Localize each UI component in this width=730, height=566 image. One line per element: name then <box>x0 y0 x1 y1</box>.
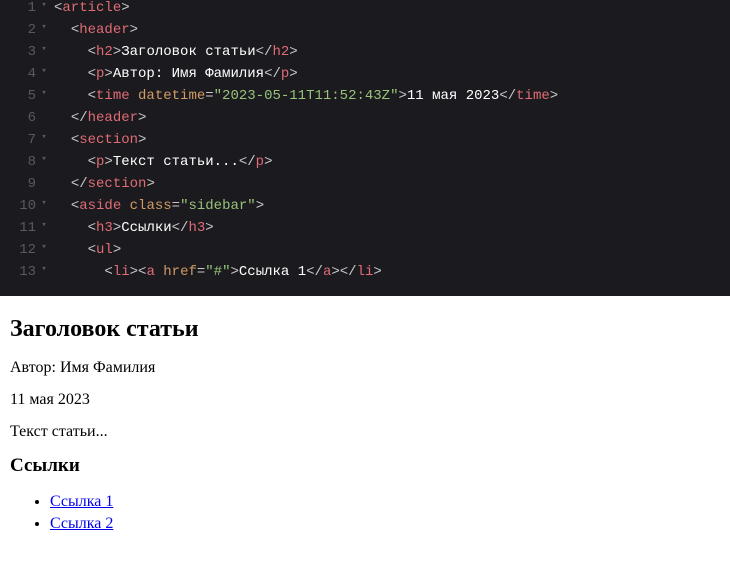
line-number: 10 <box>0 198 38 214</box>
code-content[interactable]: <li><a href="#">Ссылка 1</a></li> <box>50 264 382 280</box>
preview-link[interactable]: Ссылка 2 <box>50 515 113 532</box>
line-number: 9 <box>0 176 38 192</box>
code-content[interactable]: <p>Текст статьи...</p> <box>50 154 272 170</box>
code-line[interactable]: 4▾ <p>Автор: Имя Фамилия</p> <box>0 66 730 88</box>
code-line[interactable]: 7▾ <section> <box>0 132 730 154</box>
fold-icon[interactable]: ▾ <box>38 242 50 252</box>
fold-icon[interactable]: ▾ <box>38 154 50 164</box>
preview-link[interactable]: Ссылка 1 <box>50 493 113 510</box>
code-line[interactable]: 13▾ <li><a href="#">Ссылка 1</a></li> <box>0 264 730 286</box>
preview-author: Автор: Имя Фамилия <box>10 359 720 377</box>
code-content[interactable]: <aside class="sidebar"> <box>50 198 264 214</box>
line-number: 13 <box>0 264 38 280</box>
fold-icon[interactable]: ▾ <box>38 88 50 98</box>
code-content[interactable]: <h2>Заголовок статьи</h2> <box>50 44 298 60</box>
line-number: 1 <box>0 0 38 16</box>
fold-icon[interactable]: ▾ <box>38 66 50 76</box>
fold-icon[interactable]: ▾ <box>38 198 50 208</box>
preview-body: Текст статьи... <box>10 423 720 441</box>
fold-icon[interactable]: ▾ <box>38 132 50 142</box>
fold-icon[interactable]: ▾ <box>38 44 50 54</box>
code-content[interactable]: <ul> <box>50 242 121 258</box>
code-line[interactable]: 10▾ <aside class="sidebar"> <box>0 198 730 220</box>
preview-title: Заголовок статьи <box>10 316 720 343</box>
preview-links-list: Ссылка 1 Ссылка 2 <box>10 491 720 534</box>
code-content[interactable]: <time datetime="2023-05-11T11:52:43Z">11… <box>50 88 558 104</box>
line-number: 5 <box>0 88 38 104</box>
fold-icon[interactable]: ▾ <box>38 264 50 274</box>
list-item: Ссылка 2 <box>50 513 720 535</box>
line-number: 12 <box>0 242 38 258</box>
preview-links-heading: Ссылки <box>10 455 720 477</box>
line-number: 3 <box>0 44 38 60</box>
line-number: 4 <box>0 66 38 82</box>
preview-date: 11 мая 2023 <box>10 391 720 409</box>
fold-icon[interactable]: ▾ <box>38 0 50 10</box>
list-item: Ссылка 1 <box>50 491 720 513</box>
code-content[interactable]: </section> <box>50 176 155 192</box>
code-content[interactable]: <section> <box>50 132 146 148</box>
line-number: 7 <box>0 132 38 148</box>
code-content[interactable]: <h3>Ссылки</h3> <box>50 220 214 236</box>
html-preview: Заголовок статьи Автор: Имя Фамилия 11 м… <box>0 296 730 544</box>
code-editor[interactable]: 1▾<article>2▾ <header>3▾ <h2>Заголовок с… <box>0 0 730 296</box>
line-number: 2 <box>0 22 38 38</box>
fold-icon[interactable]: ▾ <box>38 22 50 32</box>
line-number: 8 <box>0 154 38 170</box>
code-line[interactable]: 9 </section> <box>0 176 730 198</box>
line-number: 6 <box>0 110 38 126</box>
code-line[interactable]: 3▾ <h2>Заголовок статьи</h2> <box>0 44 730 66</box>
code-line[interactable]: 2▾ <header> <box>0 22 730 44</box>
code-content[interactable]: <p>Автор: Имя Фамилия</p> <box>50 66 298 82</box>
code-line[interactable]: 8▾ <p>Текст статьи...</p> <box>0 154 730 176</box>
code-content[interactable]: </header> <box>50 110 146 126</box>
code-line[interactable]: 12▾ <ul> <box>0 242 730 264</box>
fold-icon[interactable]: ▾ <box>38 220 50 230</box>
code-line[interactable]: 1▾<article> <box>0 0 730 22</box>
code-line[interactable]: 6 </header> <box>0 110 730 132</box>
code-content[interactable]: <header> <box>50 22 138 38</box>
code-content[interactable]: <article> <box>50 0 130 16</box>
code-line[interactable]: 5▾ <time datetime="2023-05-11T11:52:43Z"… <box>0 88 730 110</box>
line-number: 11 <box>0 220 38 236</box>
code-line[interactable]: 11▾ <h3>Ссылки</h3> <box>0 220 730 242</box>
